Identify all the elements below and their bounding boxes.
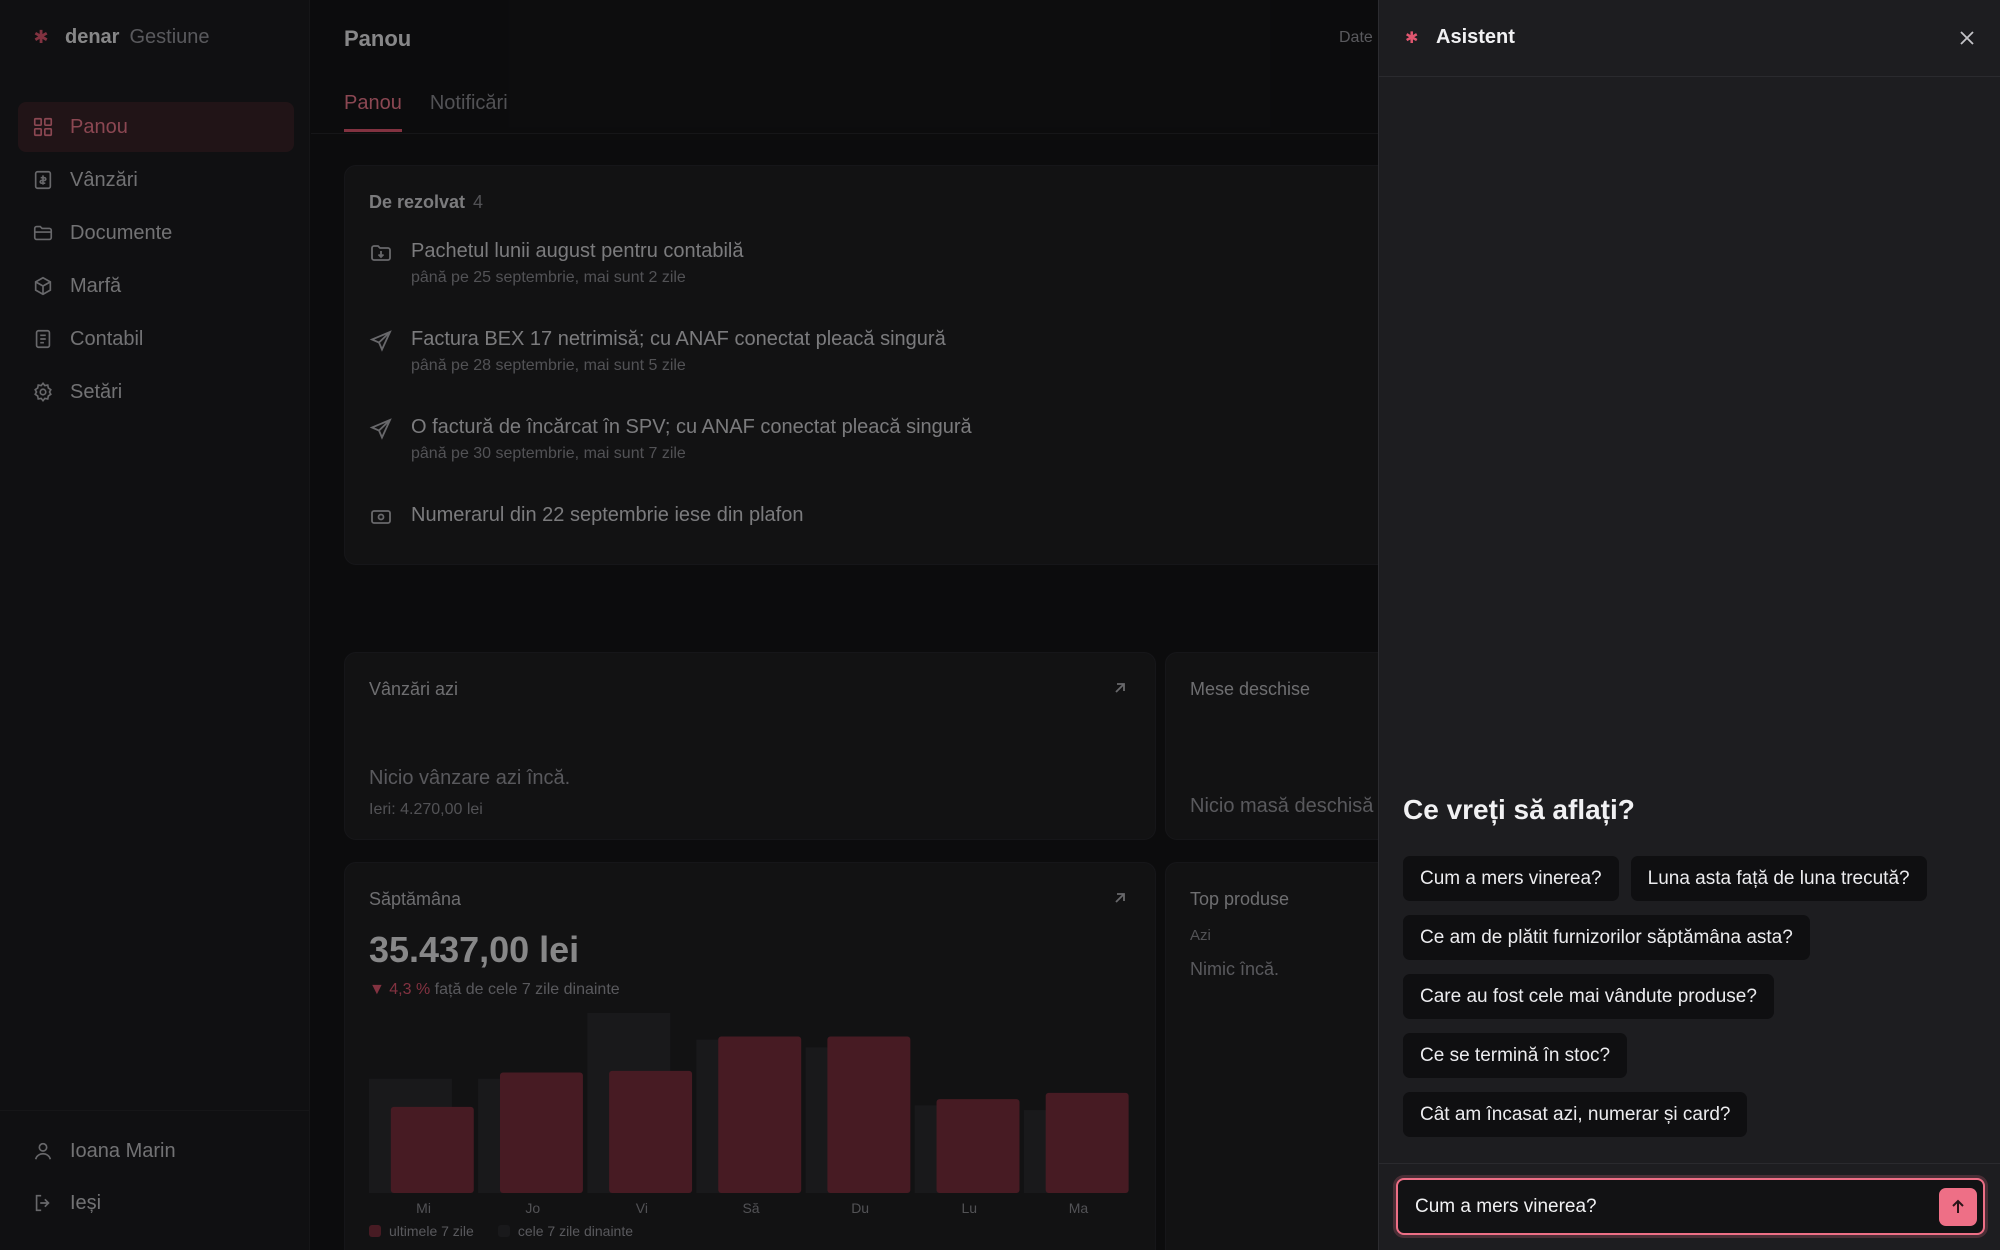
assistant-question: Ce vreți să aflați?	[1403, 794, 1635, 825]
message-input[interactable]: Cum a mers vinerea?	[1396, 1178, 1985, 1235]
suggestion-list: Cum a mers vinerea? Luna asta față de lu…	[1403, 856, 1983, 1137]
message-input-value: Cum a mers vinerea?	[1415, 1196, 1597, 1217]
suggestion-chip[interactable]: Cum a mers vinerea?	[1403, 856, 1619, 901]
suggestion-chip[interactable]: Ce se termină în stoc?	[1403, 1033, 1628, 1078]
send-button[interactable]	[1939, 1188, 1977, 1226]
composer-divider	[1379, 1163, 2000, 1164]
assistant-drawer: ✱ Asistent Ce vreți să aflați? Cum a mer…	[1378, 0, 2000, 1250]
suggestion-chip[interactable]: Luna asta față de luna trecută?	[1630, 856, 1927, 901]
drawer-header: ✱ Asistent	[1379, 0, 2000, 77]
suggestion-chip[interactable]: Ce am de plătit furnizorilor săptămâna a…	[1403, 915, 1810, 960]
close-icon[interactable]	[1957, 28, 1977, 48]
arrow-up-icon	[1952, 1199, 1964, 1213]
drawer-title: Asistent	[1436, 26, 1515, 48]
suggestion-chip[interactable]: Cât am încasat azi, numerar și card?	[1403, 1092, 1748, 1137]
assistant-logo-icon: ✱	[1405, 30, 1419, 47]
suggestion-chip[interactable]: Care au fost cele mai vândute produse?	[1403, 974, 1774, 1019]
